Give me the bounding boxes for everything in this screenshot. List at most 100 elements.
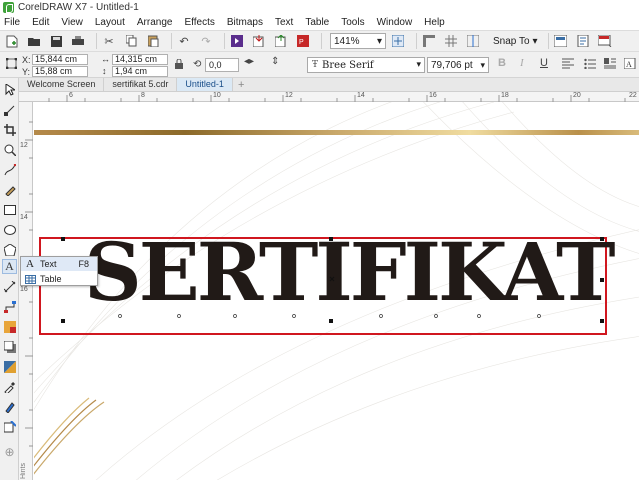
cut-icon[interactable]: ✂ (101, 33, 117, 49)
menu-table[interactable]: Table (305, 17, 329, 28)
svg-text:P: P (299, 39, 304, 46)
zoom-level-select[interactable]: 141% ▾ (330, 33, 386, 49)
ruler-label: 16 (20, 286, 28, 293)
parallel-dimension-icon[interactable] (2, 279, 17, 294)
text-tool-flyout: A Text F8 Table (20, 256, 98, 286)
drawing-canvas[interactable]: SERTIFIKAT (34, 102, 639, 480)
import-icon[interactable] (251, 33, 267, 49)
show-guidelines-icon[interactable] (465, 33, 481, 49)
publish-pdf-icon[interactable]: P (295, 33, 311, 49)
outline-pen-icon[interactable] (2, 399, 17, 414)
copy-icon[interactable] (123, 33, 139, 49)
mirror-vertical-icon[interactable]: ⇕ (271, 56, 279, 67)
new-document-icon[interactable] (4, 33, 20, 49)
drop-shadow-icon[interactable] (2, 339, 17, 354)
full-screen-icon[interactable] (390, 33, 406, 49)
undo-icon[interactable]: ↶ (176, 33, 192, 49)
print-icon[interactable] (70, 33, 86, 49)
object-origin-icon[interactable] (3, 55, 19, 71)
freehand-tool-icon[interactable] (2, 162, 17, 177)
menu-layout[interactable]: Layout (95, 17, 125, 28)
text-align-icon[interactable] (562, 58, 574, 72)
certificate-heading[interactable]: SERTIFIKAT (84, 222, 616, 322)
redo-icon[interactable]: ↷ (198, 33, 214, 49)
text-tool-icon[interactable]: A (2, 259, 17, 274)
bullet-list-icon[interactable] (584, 58, 596, 72)
window-title: CorelDRAW X7 - Untitled-1 (18, 2, 139, 13)
polygon-tool-icon[interactable] (2, 242, 17, 257)
italic-icon[interactable]: I (520, 57, 524, 69)
interactive-fill-icon[interactable] (2, 319, 17, 334)
menu-text[interactable]: Text (275, 17, 293, 28)
pick-tool-icon[interactable] (2, 82, 17, 97)
tab-sertifikat-5[interactable]: sertifikat 5.cdr (104, 78, 178, 91)
rotation-angle-input[interactable]: 0,0 (205, 58, 239, 72)
mirror-horizontal-icon[interactable]: ◂▸ (244, 56, 254, 67)
table-icon (24, 273, 36, 285)
ellipse-tool-icon[interactable] (2, 222, 17, 237)
eyedropper-icon[interactable] (2, 379, 17, 394)
menu-tools[interactable]: Tools (341, 17, 364, 28)
tab-welcome-screen[interactable]: Welcome Screen (19, 78, 105, 91)
menu-window[interactable]: Window (377, 17, 413, 28)
application-launcher-icon[interactable] (575, 33, 591, 49)
menu-help[interactable]: Help (424, 17, 445, 28)
save-icon[interactable] (48, 33, 64, 49)
search-content-icon[interactable] (229, 33, 245, 49)
zoom-tool-icon[interactable] (2, 142, 17, 157)
shape-tool-icon[interactable] (2, 102, 17, 117)
menu-arrange[interactable]: Arrange (137, 17, 173, 28)
font-family-select[interactable]: Ŧ Bree Serif ▾ (307, 57, 425, 73)
paste-icon[interactable] (145, 33, 161, 49)
export-icon[interactable] (273, 33, 289, 49)
gold-stripe (34, 130, 639, 135)
flyout-item-label: Text (40, 259, 57, 269)
y-position-input[interactable]: 15,88 cm (32, 66, 88, 77)
rectangle-tool-icon[interactable] (2, 202, 17, 217)
snap-to-dropdown[interactable]: Snap To ▾ (493, 36, 538, 47)
menu-view[interactable]: View (61, 17, 83, 28)
chevron-down-icon: ▾ (480, 59, 485, 70)
width-input[interactable]: 14,315 cm (112, 54, 168, 65)
flyout-item-shortcut: F8 (78, 259, 89, 269)
ruler-label: 18 (501, 92, 509, 99)
ruler-label: 12 (285, 92, 293, 99)
lock-ratio-icon[interactable] (175, 58, 183, 69)
ruler-label: 22 (629, 92, 637, 99)
hints-side-tab[interactable]: Hints (20, 455, 32, 479)
transparency-tool-icon[interactable] (2, 359, 17, 374)
menu-edit[interactable]: Edit (32, 17, 49, 28)
font-family-value: Bree Serif (322, 59, 374, 71)
drop-cap-icon[interactable] (604, 58, 616, 72)
ruler-label: 14 (20, 214, 28, 221)
text-properties-icon[interactable]: A (623, 57, 636, 72)
standard-toolbar: ✂ ↶ ↷ P 141% ▾ Snap To ▾ (0, 30, 639, 52)
height-input[interactable]: 1,94 cm (112, 66, 168, 77)
artistic-media-icon[interactable] (2, 182, 17, 197)
flyout-item-text[interactable]: A Text F8 (21, 257, 97, 271)
menu-file[interactable]: File (4, 17, 20, 28)
horizontal-ruler: 6 8 10 12 14 16 18 20 22 (19, 92, 639, 102)
add-document-icon[interactable]: + (233, 79, 249, 91)
font-size-select[interactable]: 79,706 pt ▾ (427, 57, 489, 73)
bold-icon[interactable]: B (498, 57, 506, 69)
crop-tool-icon[interactable] (2, 122, 17, 137)
show-grid-icon[interactable] (443, 33, 459, 49)
welcome-screen-icon[interactable] (597, 33, 613, 49)
underline-icon[interactable]: U (540, 57, 548, 69)
options-icon[interactable] (553, 33, 569, 49)
toolbar-separator (321, 33, 322, 49)
x-position-input[interactable]: 15,844 cm (32, 54, 88, 65)
quick-customize-icon[interactable]: ⊕ (2, 444, 17, 459)
menu-bitmaps[interactable]: Bitmaps (227, 17, 263, 28)
zoom-level-value: 141% (334, 35, 360, 47)
title-bar: CorelDRAW X7 - Untitled-1 (0, 0, 639, 15)
menu-effects[interactable]: Effects (184, 17, 214, 28)
chevron-down-icon: ▾ (376, 35, 382, 47)
show-rulers-icon[interactable] (421, 33, 437, 49)
tab-untitled-1[interactable]: Untitled-1 (177, 78, 233, 91)
open-folder-icon[interactable] (26, 33, 42, 49)
smart-fill-icon[interactable] (2, 419, 17, 434)
connector-tool-icon[interactable] (2, 299, 17, 314)
flyout-item-table[interactable]: Table (21, 272, 97, 286)
